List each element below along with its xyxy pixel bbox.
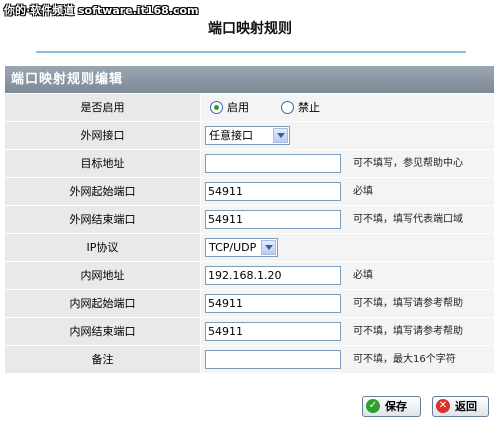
row-wan-interface: 外网接口 任意接口 — [5, 122, 494, 150]
lan-address-value-cell: 必填 — [201, 262, 494, 290]
ip-protocol-select[interactable]: TCP/UDP — [205, 238, 278, 257]
wan-interface-selected: 任意接口 — [209, 129, 253, 142]
lan-start-port-hint: 可不填，填写请参考帮助 — [353, 298, 463, 309]
enable-radio-on-label[interactable]: 启用 — [227, 94, 249, 121]
remarks-hint: 可不填，最大16个字符 — [353, 354, 456, 365]
row-lan-start-port: 内网起始端口 可不填，填写请参考帮助 — [5, 290, 494, 318]
watermark: 你的·软件频道 software.it168.com — [4, 4, 199, 17]
row-lan-end-port: 内网结束端口 可不填，填写请参考帮助 — [5, 318, 494, 346]
lan-end-port-hint: 可不填，填写请参考帮助 — [353, 326, 463, 337]
row-wan-start-port: 外网起始端口 必填 — [5, 178, 494, 206]
title-divider — [36, 51, 466, 53]
lan-end-port-label: 内网结束端口 — [5, 318, 200, 346]
ip-protocol-selected: TCP/UDP — [209, 241, 257, 254]
back-button-label: 返回 — [455, 400, 477, 413]
remarks-label: 备注 — [5, 346, 200, 374]
wan-start-port-input[interactable] — [205, 182, 341, 201]
row-target-address: 目标地址 可不填写，参见帮助中心 — [5, 150, 494, 178]
lan-address-label: 内网地址 — [5, 262, 200, 290]
wan-interface-label: 外网接口 — [5, 122, 200, 150]
save-button[interactable]: ✓ 保存 — [362, 396, 421, 417]
page-title: 端口映射规则 — [208, 21, 292, 37]
row-remarks: 备注 可不填，最大16个字符 — [5, 346, 494, 374]
save-button-label: 保存 — [385, 400, 407, 413]
panel-title: 端口映射规则编辑 — [5, 66, 494, 93]
remarks-input[interactable] — [205, 350, 341, 369]
remarks-value-cell: 可不填，最大16个字符 — [201, 346, 494, 374]
target-address-value-cell: 可不填写，参见帮助中心 — [201, 150, 494, 178]
wan-end-port-input[interactable] — [205, 210, 341, 229]
port-mapping-form: 端口映射规则编辑 是否启用 启用 禁止 外网接口 任意接口 目标地址 可不填写，… — [5, 66, 494, 397]
chevron-down-icon[interactable] — [273, 128, 288, 143]
enable-label: 是否启用 — [5, 94, 200, 122]
back-button[interactable]: ✕ 返回 — [432, 396, 489, 417]
wan-start-port-label: 外网起始端口 — [5, 178, 200, 206]
lan-start-port-value-cell: 可不填，填写请参考帮助 — [201, 290, 494, 318]
enable-radio-off[interactable] — [281, 101, 294, 114]
target-address-hint: 可不填写，参见帮助中心 — [353, 158, 463, 169]
wan-end-port-value-cell: 可不填，填写代表端口域 — [201, 206, 494, 234]
wan-interface-value-cell: 任意接口 — [201, 122, 494, 150]
enable-radio-off-label[interactable]: 禁止 — [298, 94, 320, 121]
enable-radio-on[interactable] — [210, 101, 223, 114]
enable-value-cell: 启用 禁止 — [201, 94, 494, 122]
row-wan-end-port: 外网结束端口 可不填，填写代表端口域 — [5, 206, 494, 234]
target-address-label: 目标地址 — [5, 150, 200, 178]
lan-end-port-value-cell: 可不填，填写请参考帮助 — [201, 318, 494, 346]
close-icon: ✕ — [436, 399, 450, 413]
checkmark-icon: ✓ — [366, 399, 380, 413]
row-lan-address: 内网地址 必填 — [5, 262, 494, 290]
lan-start-port-input[interactable] — [205, 294, 341, 313]
row-ip-protocol: IP协议 TCP/UDP — [5, 234, 494, 262]
row-enable: 是否启用 启用 禁止 — [5, 94, 494, 122]
lan-address-input[interactable] — [205, 266, 341, 285]
wan-start-port-hint: 必填 — [353, 186, 373, 197]
ip-protocol-label: IP协议 — [5, 234, 200, 262]
lan-address-hint: 必填 — [353, 270, 373, 281]
target-address-input[interactable] — [205, 154, 341, 173]
wan-start-port-value-cell: 必填 — [201, 178, 494, 206]
wan-interface-select[interactable]: 任意接口 — [205, 126, 290, 145]
chevron-down-icon[interactable] — [261, 240, 276, 255]
lan-end-port-input[interactable] — [205, 322, 341, 341]
wan-end-port-hint: 可不填，填写代表端口域 — [353, 214, 463, 225]
lan-start-port-label: 内网起始端口 — [5, 290, 200, 318]
ip-protocol-value-cell: TCP/UDP — [201, 234, 494, 262]
wan-end-port-label: 外网结束端口 — [5, 206, 200, 234]
